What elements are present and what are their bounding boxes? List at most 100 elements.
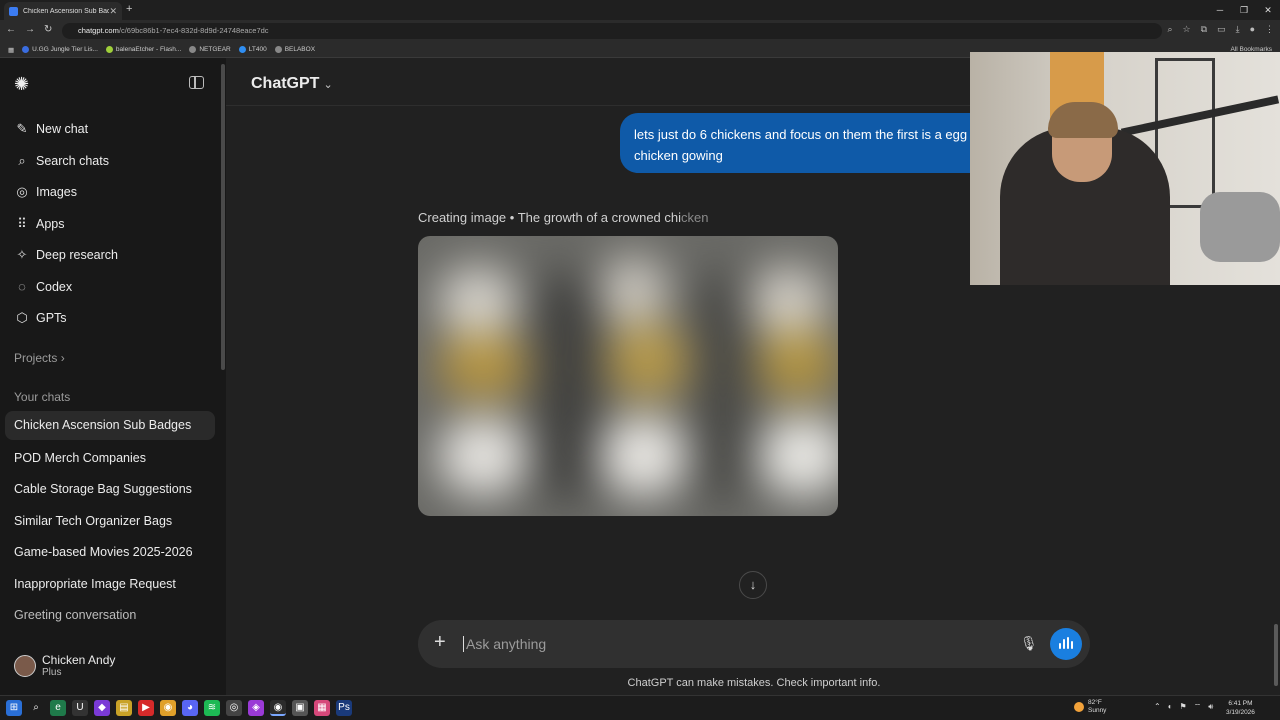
bookmark-favicon-icon [274,46,282,53]
voice-mode-button[interactable] [1050,628,1082,660]
start-icon[interactable]: ⊞ [6,700,22,716]
tray-app-icon[interactable]: ⚑ [1180,702,1187,712]
image-status: Creating image • The growth of a crowned… [418,210,708,225]
extensions-icon[interactable]: ⧉ [1201,24,1207,35]
sidebar-item-apps[interactable]: ⠿ Apps [14,216,64,232]
chevron-right-icon: › [60,351,65,365]
openai-logo-icon[interactable]: ✺ [14,74,29,95]
file-explorer-icon[interactable]: ▤ [116,700,132,716]
app-icon[interactable]: ◎ [226,700,242,716]
url-domain: chatgpt.com [78,26,119,35]
app-icon[interactable]: ▦ [314,700,330,716]
prompt-input[interactable]: Ask anything [463,636,546,652]
user-message-bubble: lets just do 6 chickens and focus on the… [620,113,1020,173]
browser-tab[interactable]: Chicken Ascension Sub Badges ✕ [4,2,122,20]
app-icon[interactable]: ◆ [94,700,110,716]
photoshop-icon[interactable]: Ps [336,700,352,716]
url-path: /c/69bc86b1-7ec4-832d-8d9d-24748eace7dc [118,26,269,35]
close-window-icon[interactable]: ✕ [1256,0,1280,20]
bookmark-favicon-icon [238,46,246,53]
app-u-icon[interactable]: U [72,700,88,716]
microphone-icon[interactable]: 🎙︎ [1020,635,1038,653]
menu-icon[interactable]: ⋮ [1265,24,1274,35]
bookmark-item[interactable]: balenaEtcher - Flash... [105,46,181,53]
download-icon[interactable]: ⤓ [1236,24,1240,35]
user-profile[interactable]: Chicken Andy Plus [14,653,115,678]
sidebar: ✺ ✎ New chat ⌕ Search chats ◎ Images ⠿ Apps … [0,58,226,695]
chat-item[interactable]: POD Merch Companies [14,451,146,465]
bookmark-star-icon[interactable]: ☆ [1183,24,1191,35]
chrome-active-icon[interactable]: ◉ [270,700,286,716]
your-chats-heading: Your chats [14,390,71,404]
tab-favicon-icon [9,6,18,16]
generating-image-preview [418,236,838,516]
user-plan: Plus [42,667,62,678]
tray-chevron-icon[interactable]: ⌃ [1154,702,1161,712]
restore-icon[interactable]: ❐ [1232,0,1256,20]
volume-icon[interactable]: 🔊︎ [1208,702,1213,712]
chat-item[interactable]: Cable Storage Bag Suggestions [14,482,192,496]
url-field[interactable]: chatgpt.com/c/69bc86b1-7ec4-832d-8d9d-24… [62,23,1162,39]
bookmark-item[interactable]: LT400 [238,46,267,53]
sidebar-item-new-chat[interactable]: ✎ New chat [14,121,89,137]
bookmark-favicon-icon [22,46,30,53]
sidebar-item-gpts[interactable]: ⬡ GPTs [14,310,66,326]
bookmark-favicon-icon [189,46,197,53]
forward-icon[interactable]: → [25,24,35,35]
discord-icon[interactable]: ◕ [182,700,198,716]
sidebar-toggle-icon[interactable] [189,76,204,89]
attach-plus-icon[interactable]: + [434,631,446,654]
projects-section[interactable]: Projects › [14,351,65,365]
youtube-icon[interactable]: ▶ [138,700,154,716]
sidebar-item-search-chats[interactable]: ⌕ Search chats [14,153,109,169]
chat-item[interactable]: Game-based Movies 2025-2026 [14,545,193,559]
chrome-icon[interactable]: ◉ [160,700,176,716]
sidebar-scrollbar[interactable] [221,64,225,370]
sidepanel-icon[interactable]: ▭ [1217,24,1226,35]
blurred-image [418,236,838,516]
window-controls: ─ ❐ ✕ [1208,0,1280,20]
wifi-icon[interactable]: ⌔ [1194,702,1202,712]
reload-icon[interactable]: ↻ [44,24,52,35]
composer: + Ask anything 🎙︎ [418,620,1090,668]
disclaimer: ChatGPT can make mistakes. Check importa… [627,677,881,689]
bookmark-item[interactable]: BELABOX [274,46,315,53]
search-icon[interactable]: ⌕ [28,700,44,716]
weather-widget[interactable]: 82°F Sunny [1074,699,1106,715]
windows-taskbar: ⊞ ⌕ e U ◆ ▤ ▶ ◉ ◕ ≋ ◎ ◈ ◉ ▣ ▦ Ps 82°F Sun… [0,695,1280,720]
scroll-down-button[interactable]: ↓ [739,571,767,599]
spotify-icon[interactable]: ≋ [204,700,220,716]
search-icon: ⌕ [18,153,26,168]
apps-icon: ⠿ [17,216,27,231]
sidebar-item-images[interactable]: ◎ Images [14,184,77,200]
model-selector[interactable]: ChatGPT ⌄ [251,75,333,93]
bookmark-favicon-icon [105,46,113,53]
sidebar-item-codex[interactable]: ◌ Codex [14,279,72,294]
compose-icon: ✎ [16,121,28,136]
bookmark-item[interactable]: NETGEAR [189,46,231,53]
edge-icon[interactable]: e [50,700,66,716]
new-tab-button[interactable]: + [126,3,132,15]
bookmark-item[interactable]: U.GG Jungle Tier Lis... [22,46,98,53]
clock[interactable]: 6:41 PM 3/19/2026 [1226,699,1255,717]
profile-icon[interactable]: ● [1250,24,1255,35]
back-icon[interactable]: ← [6,24,16,35]
chat-item[interactable]: Similar Tech Organizer Bags [14,514,172,528]
chat-item[interactable]: Greeting conversation [14,608,136,622]
app-icon[interactable]: ◈ [248,700,264,716]
webcam-overlay [970,52,1280,285]
apps-grid-icon[interactable]: ▦ [8,46,14,54]
main-scrollbar[interactable] [1274,624,1278,686]
address-bar-row: ← → ↻ chatgpt.com/c/69bc86b1-7ec4-832d-8… [0,20,1280,42]
sidebar-item-deep-research[interactable]: ✧ Deep research [14,247,118,263]
system-tray: ⌃ ◐ ⚑ ⌔ 🔊︎ [1154,702,1213,712]
app-icon[interactable]: ▣ [292,700,308,716]
tab-close-icon[interactable]: ✕ [109,6,117,17]
tray-app-icon[interactable]: ◐ [1168,702,1173,712]
zoom-icon[interactable]: ⌕ [1168,24,1173,35]
avatar [14,654,36,677]
minimize-icon[interactable]: ─ [1208,0,1232,20]
chat-item-active[interactable]: Chicken Ascension Sub Badges [5,411,215,440]
images-icon: ◎ [16,184,28,199]
chat-item[interactable]: Inappropriate Image Request [14,577,176,591]
